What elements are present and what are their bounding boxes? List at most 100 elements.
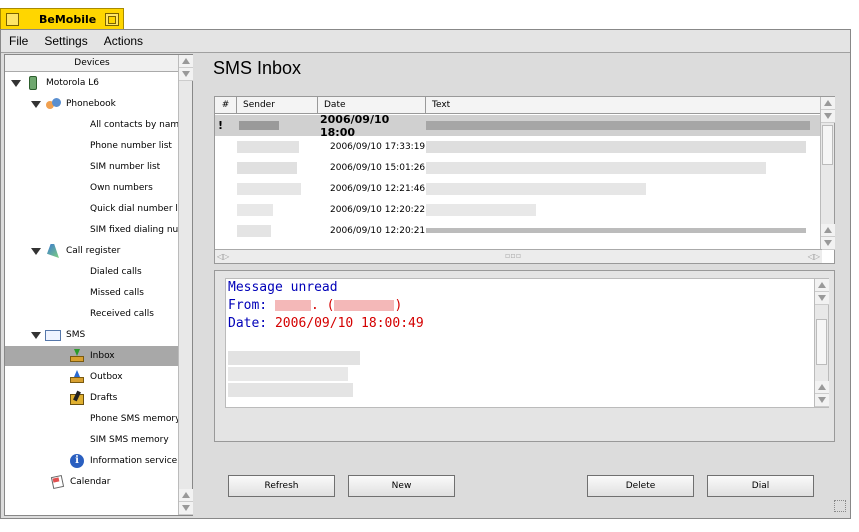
main-panel: SMS Inbox # Sender Date Text ! 2006/09/1… [197,54,850,516]
tree-calendar[interactable]: Calendar [49,472,110,492]
col-number[interactable]: # [215,97,237,114]
tree-call-register[interactable]: Call register [31,241,120,261]
table-row[interactable]: 2006/09/10 15:01:26 [215,157,822,178]
redacted-number [334,300,395,311]
row-flag [215,178,237,199]
disclosure-triangle-icon[interactable] [11,78,21,88]
table-header: # Sender Date Text [215,97,822,114]
call-register-icon [45,244,61,258]
scroll-down-icon[interactable] [821,237,835,250]
scroll-up-icon[interactable] [815,381,829,394]
table-scrollbar[interactable] [820,97,835,250]
disclosure-triangle-icon[interactable] [31,330,41,340]
sidebar-scrollbar[interactable] [178,55,193,515]
tree-phone-sms-memory[interactable]: Phone SMS memory [90,409,180,429]
zoom-box-icon[interactable] [105,13,119,26]
new-button[interactable]: New [348,475,455,497]
tree-missed-calls[interactable]: Missed calls [90,283,144,303]
scroll-up-icon[interactable] [821,97,835,110]
window-title: BeMobile [39,13,97,26]
tree-phonebook[interactable]: Phonebook [31,94,116,114]
row-text [426,220,822,241]
delete-button[interactable]: Delete [587,475,694,497]
table-row[interactable]: 2006/09/10 12:21:46 [215,178,822,199]
table-horizontal-scrollbar[interactable]: ◁▷ ▫▫▫ ◁▷ [215,249,822,263]
row-date: 2006/09/10 15:01:26 [330,162,426,173]
tree-label: SMS [66,330,86,340]
row-flag [215,220,237,241]
scroll-up-icon[interactable] [179,489,193,502]
scroll-left-icon[interactable]: ◁▷ [217,252,229,261]
scroll-up-icon[interactable] [815,279,829,292]
dial-button[interactable]: Dial [707,475,814,497]
row-text [426,115,822,136]
table-row[interactable]: 2006/09/10 12:20:21 [215,220,822,241]
contacts-icon [45,97,61,111]
scroll-up-icon[interactable] [179,55,193,68]
tree-outbox[interactable]: Outbox [69,367,123,387]
outbox-icon [69,370,85,384]
device-tree: Devices Motorola L6 Phonebook All contac… [4,54,193,516]
window-title-tab[interactable]: BeMobile [0,8,124,30]
table-row[interactable]: ! 2006/09/10 18:00 [215,115,822,136]
from-open: . ( [310,298,335,313]
scroll-thumb[interactable] [816,319,827,365]
tree-sim-number-list[interactable]: SIM number list [90,157,160,177]
tree-phone-number-list[interactable]: Phone number list [90,136,172,156]
date-label: Date: [228,316,268,331]
close-box-icon[interactable] [6,13,19,26]
tree-label: Inbox [90,351,115,361]
tree-all-contacts[interactable]: All contacts by name [90,115,185,135]
resize-grip-icon[interactable] [834,500,846,512]
tree-device-motorola[interactable]: Motorola L6 [11,73,99,93]
tree-information-service[interactable]: i Information service [69,451,177,471]
scroll-down-icon[interactable] [815,394,829,407]
menu-settings[interactable]: Settings [36,34,95,48]
tree-dialed-calls[interactable]: Dialed calls [90,262,142,282]
scroll-down-icon[interactable] [179,502,193,515]
tree-sim-fixed-dialing[interactable]: SIM fixed dialing number [90,220,179,240]
tree-label: Information service [90,456,178,466]
tree-label: Call register [66,246,121,256]
message-body[interactable]: Message unread From: . () Date: 2006/09/… [225,278,829,408]
scroll-down-icon[interactable] [815,292,829,305]
row-text [426,178,822,199]
table-row[interactable]: 2006/09/10 17:33:19 [215,136,822,157]
col-sender[interactable]: Sender [237,97,318,114]
message-scrollbar[interactable] [814,279,829,407]
row-date: 2006/09/10 17:33:19 [330,141,426,152]
scroll-grip-icon[interactable]: ▫▫▫ [505,251,521,260]
sms-table: # Sender Date Text ! 2006/09/10 18:00 20… [214,96,835,264]
disclosure-triangle-icon[interactable] [31,246,41,256]
scroll-down-icon[interactable] [179,68,193,81]
scroll-right-icon[interactable]: ◁▷ [808,252,820,261]
row-flag [215,157,237,178]
tree-drafts[interactable]: Drafts [69,388,117,408]
menu-actions[interactable]: Actions [96,34,151,48]
disclosure-triangle-icon[interactable] [31,99,41,109]
table-row[interactable]: 2006/09/10 12:20:22 [215,199,822,220]
info-icon: i [69,454,85,468]
tree-sim-sms-memory[interactable]: SIM SMS memory [90,430,169,450]
drafts-icon [69,390,85,405]
row-flag [215,199,237,220]
scroll-down-icon[interactable] [821,110,835,123]
tree-own-numbers[interactable]: Own numbers [90,178,153,198]
row-text [426,136,822,157]
app-window: File Settings Actions Devices Motorola L… [0,29,851,519]
menu-file[interactable]: File [1,34,36,48]
tree-sms[interactable]: SMS [31,325,85,345]
scroll-thumb[interactable] [822,125,833,165]
col-date[interactable]: Date [318,97,426,114]
row-date: 2006/09/10 12:21:46 [330,183,426,194]
tree-quick-dial[interactable]: Quick dial number list [90,199,189,219]
scroll-up-icon[interactable] [821,224,835,237]
row-flag: ! [218,119,224,132]
refresh-button[interactable]: Refresh [228,475,335,497]
col-text[interactable]: Text [426,97,822,114]
envelope-icon [45,328,61,342]
tree-label: Phonebook [66,99,116,109]
tree-inbox[interactable]: Inbox [5,346,179,366]
device-tree-header[interactable]: Devices [5,55,179,72]
tree-received-calls[interactable]: Received calls [90,304,154,324]
